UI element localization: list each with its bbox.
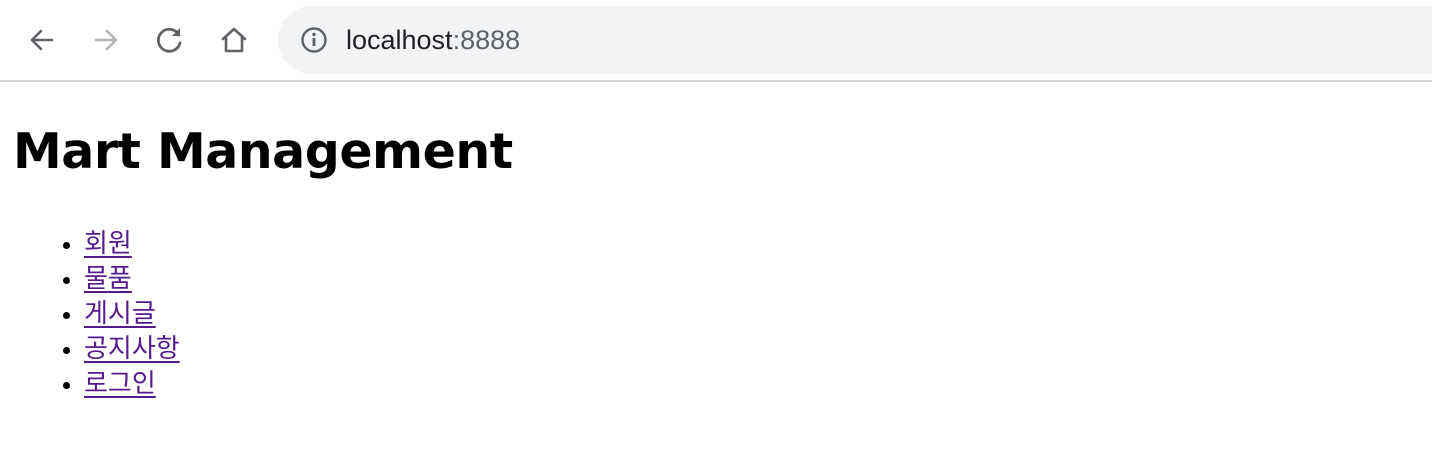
main-menu: 회원 물품 게시글 공지사항 로그인 bbox=[0, 227, 180, 402]
forward-button[interactable] bbox=[86, 20, 126, 60]
page-content: Mart Management 회원 물품 게시글 공지사항 로그인 bbox=[0, 84, 1432, 450]
url-host: localhost bbox=[346, 25, 453, 55]
list-item: 회원 bbox=[84, 227, 180, 262]
menu-link-login[interactable]: 로그인 bbox=[84, 369, 156, 399]
info-icon[interactable] bbox=[300, 26, 328, 54]
url-port: :8888 bbox=[452, 25, 521, 55]
reload-icon bbox=[156, 27, 182, 53]
menu-link-products[interactable]: 물품 bbox=[84, 264, 132, 294]
list-item: 물품 bbox=[84, 262, 180, 297]
list-item: 로그인 bbox=[84, 367, 180, 402]
menu-link-members[interactable]: 회원 bbox=[84, 229, 132, 259]
address-bar[interactable]: localhost:8888 bbox=[278, 6, 1432, 74]
page-title: Mart Management bbox=[13, 123, 513, 180]
url-text[interactable]: localhost:8888 bbox=[346, 24, 520, 56]
reload-button[interactable] bbox=[150, 20, 190, 60]
back-button[interactable] bbox=[22, 20, 62, 60]
list-item: 게시글 bbox=[84, 297, 180, 332]
home-icon bbox=[221, 27, 247, 53]
menu-link-notices[interactable]: 공지사항 bbox=[84, 334, 180, 364]
browser-toolbar: localhost:8888 bbox=[0, 0, 1432, 82]
arrow-left-icon bbox=[30, 29, 54, 51]
menu-link-posts[interactable]: 게시글 bbox=[84, 299, 156, 329]
list-item: 공지사항 bbox=[84, 332, 180, 367]
home-button[interactable] bbox=[214, 20, 254, 60]
arrow-right-icon bbox=[94, 29, 118, 51]
